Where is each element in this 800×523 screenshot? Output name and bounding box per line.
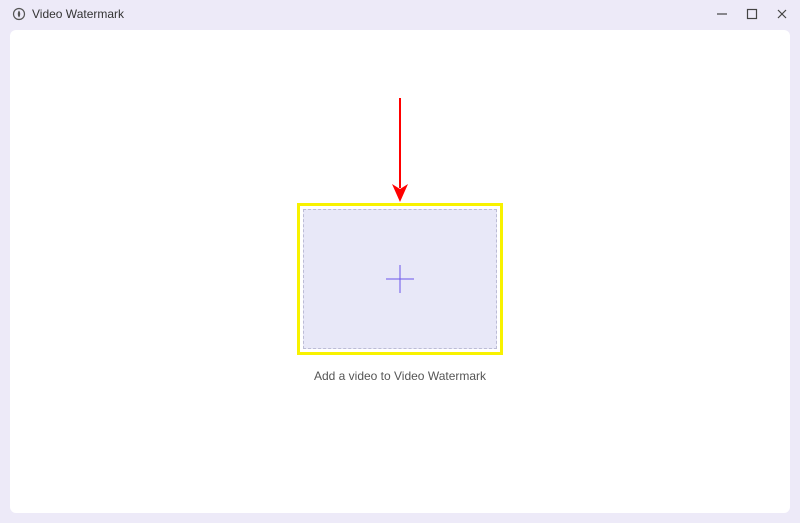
add-video-dropzone[interactable] (303, 209, 497, 349)
close-button[interactable] (774, 6, 790, 22)
highlight-box (297, 203, 503, 355)
titlebar: Video Watermark (0, 0, 800, 28)
app-logo-icon (12, 7, 26, 21)
plus-icon (382, 261, 418, 297)
app-window: Video Watermark (0, 0, 800, 523)
minimize-button[interactable] (714, 6, 730, 22)
arrow-annotation-icon (388, 96, 412, 209)
window-controls (714, 6, 790, 22)
app-title: Video Watermark (32, 7, 124, 21)
drop-zone-label: Add a video to Video Watermark (314, 369, 486, 383)
maximize-button[interactable] (744, 6, 760, 22)
drop-zone-wrapper: Add a video to Video Watermark (297, 203, 503, 383)
content-area: Add a video to Video Watermark (10, 30, 790, 513)
titlebar-left: Video Watermark (12, 7, 124, 21)
